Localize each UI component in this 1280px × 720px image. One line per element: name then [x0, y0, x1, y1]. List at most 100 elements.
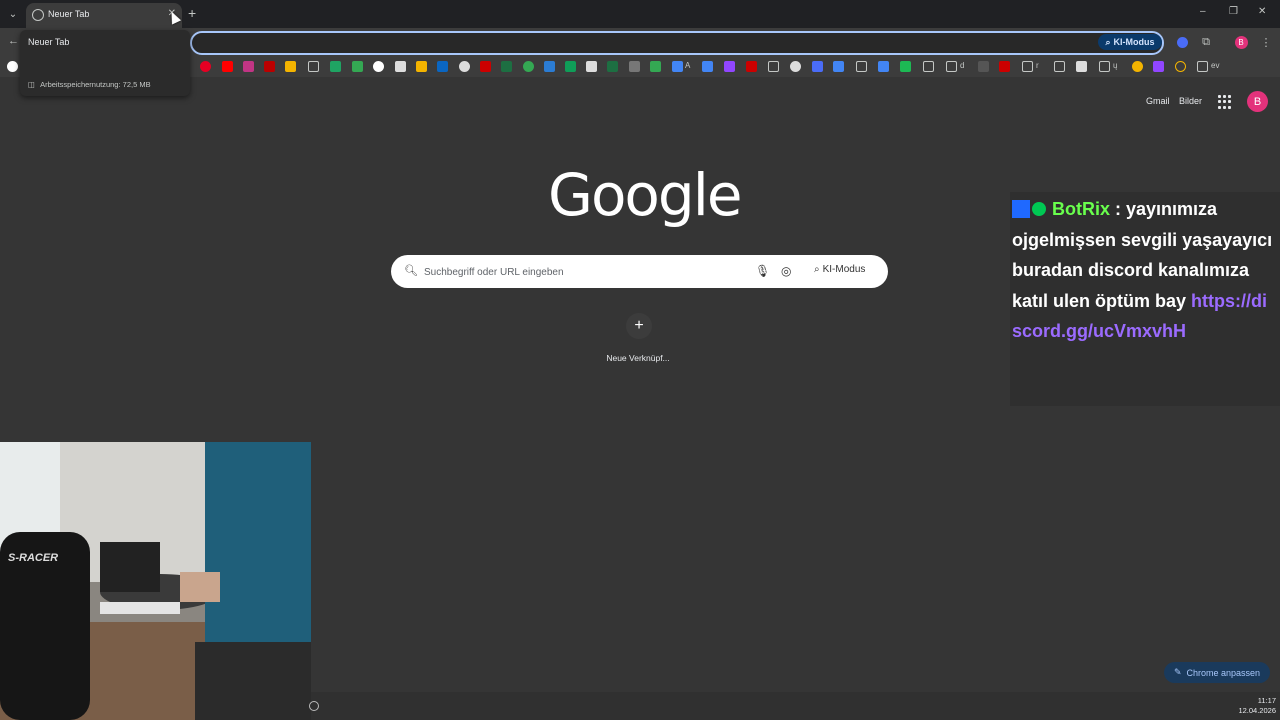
bookmark-label-a[interactable]: A	[685, 61, 690, 70]
google-apps-icon[interactable]	[1218, 95, 1232, 109]
docs-2-bookmark-icon[interactable]	[702, 61, 713, 72]
tb-bookmark-icon[interactable]	[978, 61, 989, 72]
orange-bookmark-icon[interactable]	[1132, 61, 1143, 72]
memory-usage-text: Arbeitsspeichernutzung: 72,5 MB	[40, 80, 151, 89]
search-box[interactable]: 🔍︎ 🎙︎ ◎ ⌕ KI-Modus	[391, 255, 888, 288]
chat-message: BotRix : yayınımıza ojgelmişsen sevgili …	[1012, 194, 1276, 347]
restore-button[interactable]: ❐	[1229, 6, 1238, 17]
docs-3-bookmark-icon[interactable]	[833, 61, 844, 72]
a-bookmark-icon[interactable]	[1153, 61, 1164, 72]
toolbar: ←	[0, 28, 1280, 57]
photos-bookmark-icon[interactable]	[352, 61, 363, 72]
images-link[interactable]: Bilder	[1179, 96, 1202, 106]
webcam-scene	[0, 442, 311, 720]
instagram-bookmark-icon[interactable]	[243, 61, 254, 72]
green-bookmark-icon[interactable]	[650, 61, 661, 72]
bookmark-label-r[interactable]: r	[1036, 61, 1039, 70]
customize-label: Chrome anpassen	[1186, 667, 1261, 678]
white-bookmark-icon[interactable]	[1076, 61, 1087, 72]
folder-5-bookmark-icon[interactable]	[946, 61, 957, 72]
search-icon: 🔍︎	[404, 265, 418, 277]
add-shortcut-button[interactable]: +	[626, 313, 652, 339]
sheets-bookmark-icon[interactable]	[607, 61, 618, 72]
chat-overlay: BotRix : yayınımıza ojgelmişsen sevgili …	[1010, 192, 1280, 406]
drive-bookmark-icon[interactable]	[330, 61, 341, 72]
system-clock[interactable]: 11:17 12.04.2026	[1232, 696, 1276, 716]
ki-mode-label: KI-Modus	[1113, 37, 1155, 47]
gmail-link[interactable]: Gmail	[1146, 96, 1170, 106]
search-input[interactable]	[424, 263, 744, 281]
pencil-icon: ✎	[1173, 667, 1182, 677]
tab-title: Neuer Tab	[48, 9, 90, 19]
folder-8-bookmark-icon[interactable]	[1099, 61, 1110, 72]
red-bookmark-icon[interactable]	[264, 61, 275, 72]
bookmark-label-d[interactable]: d	[960, 61, 964, 70]
red-4-bookmark-icon[interactable]	[999, 61, 1010, 72]
taskbar-app-icon[interactable]	[309, 701, 319, 711]
excel-bookmark-icon[interactable]	[501, 61, 512, 72]
red-2-bookmark-icon[interactable]	[480, 61, 491, 72]
google-logo: Google	[548, 161, 743, 229]
lens-icon[interactable]: ◎	[781, 264, 791, 278]
tab-neuer-tab[interactable]: Neuer Tab ✕	[26, 3, 182, 28]
extensions-puzzle-icon[interactable]: ⧉	[1199, 35, 1213, 49]
new-tab-button[interactable]: +	[188, 5, 196, 21]
wikipedia-bookmark-icon[interactable]	[395, 61, 406, 72]
bookmark-label-ev[interactable]: ev	[1211, 61, 1219, 70]
maps-bookmark-icon[interactable]	[523, 61, 534, 72]
customize-chrome-button[interactable]: ✎ Chrome anpassen	[1164, 662, 1270, 683]
more-menu-icon[interactable]: ⋮	[1259, 35, 1273, 49]
back-icon[interactable]: ←	[8, 35, 19, 47]
circle-bookmark-icon[interactable]	[1175, 61, 1186, 72]
microphone-icon[interactable]: 🎙︎	[755, 264, 770, 278]
minimize-button[interactable]: –	[1200, 6, 1206, 17]
docs-bookmark-icon[interactable]	[672, 61, 683, 72]
gear-bookmark-icon[interactable]	[790, 61, 801, 72]
linkedin-bookmark-icon[interactable]	[437, 61, 448, 72]
folder-2-bookmark-icon[interactable]	[768, 61, 779, 72]
docs-4-bookmark-icon[interactable]	[878, 61, 889, 72]
memory-icon: ◫	[28, 80, 36, 89]
folder-9-bookmark-icon[interactable]	[1197, 61, 1208, 72]
search-spark-icon: ⌕	[1105, 36, 1111, 47]
avatar[interactable]: B	[1247, 91, 1268, 112]
verified-badge-icon	[1032, 202, 1046, 216]
chat-username: BotRix	[1052, 199, 1110, 219]
info-bookmark-icon[interactable]	[459, 61, 470, 72]
omnibox[interactable]	[190, 31, 1164, 55]
pinterest-bookmark-icon[interactable]	[200, 61, 211, 72]
google-bookmark-icon[interactable]	[7, 61, 18, 72]
calendar-bookmark-icon[interactable]	[544, 61, 555, 72]
bookmark-label-u[interactable]: ų	[1113, 61, 1117, 70]
tab-strip: ⌄ Neuer Tab ✕ + – ❐ ✕	[0, 0, 1280, 28]
folder-4-bookmark-icon[interactable]	[923, 61, 934, 72]
extension-blue-icon[interactable]	[1175, 35, 1189, 49]
folder-7-bookmark-icon[interactable]	[1054, 61, 1065, 72]
slides-bookmark-icon[interactable]	[416, 61, 427, 72]
folder-bookmark-icon[interactable]	[308, 61, 319, 72]
window-close-button[interactable]: ✕	[1258, 6, 1266, 17]
google-2-bookmark-icon[interactable]	[373, 61, 384, 72]
cube-bookmark-icon[interactable]	[629, 61, 640, 72]
tab-hover-card: Neuer Tab ◫ Arbeitsspeichernutzung: 72,5…	[20, 30, 190, 96]
webcam-feed: S-RACER	[0, 442, 311, 720]
tab-search-chevron-icon[interactable]: ⌄	[4, 5, 22, 23]
ki-mode-button[interactable]: ⌕ KI-Modus	[1098, 34, 1162, 50]
drive-2-bookmark-icon[interactable]	[565, 61, 576, 72]
keep-bookmark-icon[interactable]	[285, 61, 296, 72]
youtube-bookmark-icon[interactable]	[222, 61, 233, 72]
search-spark-icon: ⌕	[814, 264, 820, 275]
twitch-bookmark-icon[interactable]	[724, 61, 735, 72]
red-3-bookmark-icon[interactable]	[746, 61, 757, 72]
clock-time: 11:17	[1257, 696, 1276, 705]
bot-badge-icon	[1012, 200, 1030, 218]
folder-3-bookmark-icon[interactable]	[856, 61, 867, 72]
folder-6-bookmark-icon[interactable]	[1022, 61, 1033, 72]
shortcut-label[interactable]: Neue Verknüpf...	[590, 353, 686, 363]
hovercard-memory: ◫ Arbeitsspeichernutzung: 72,5 MB	[28, 80, 151, 89]
spark-bookmark-icon[interactable]	[812, 61, 823, 72]
search-ki-mode-button[interactable]: ⌕ KI-Modus	[814, 264, 865, 275]
note-bookmark-icon[interactable]	[586, 61, 597, 72]
profile-toolbar-avatar[interactable]: B	[1234, 35, 1248, 49]
k-bookmark-icon[interactable]	[900, 61, 911, 72]
